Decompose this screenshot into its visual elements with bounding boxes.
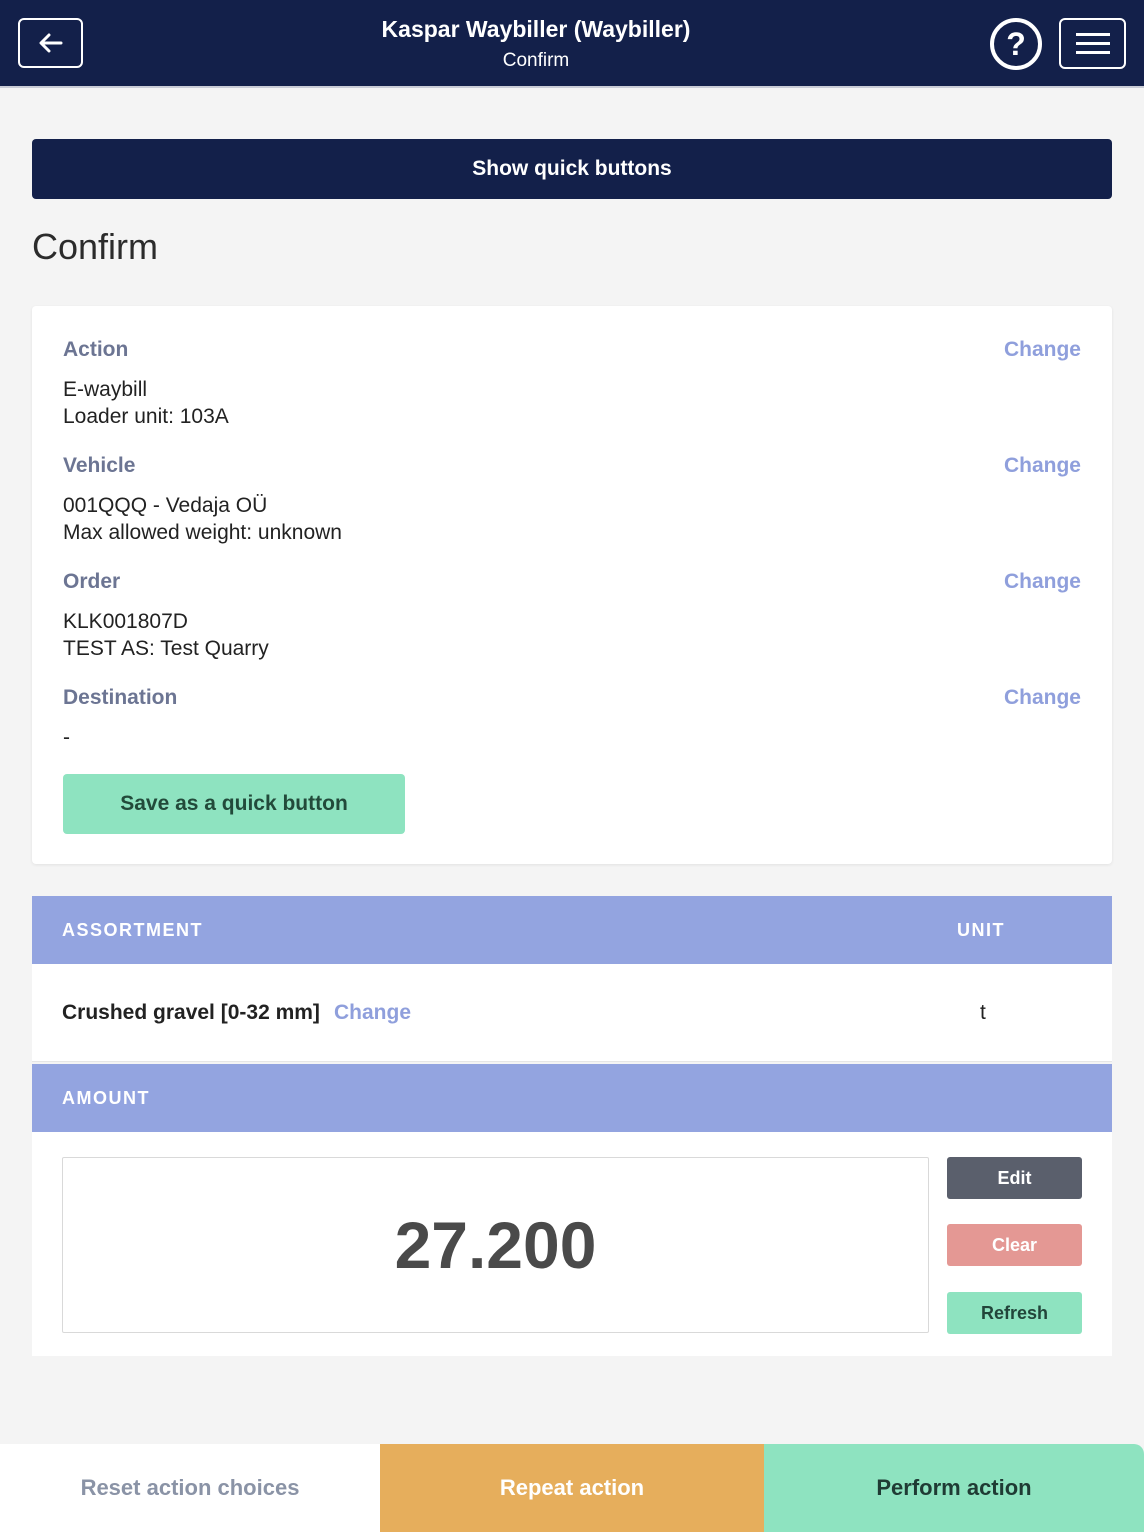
assortment-name: Crushed gravel [0-32 mm] <box>62 1001 320 1024</box>
assortment-column-header: ASSORTMENT <box>62 920 203 940</box>
vehicle-change-link[interactable]: Change <box>1004 452 1081 480</box>
table-row: Crushed gravel [0-32 mm] Change t <box>32 964 1112 1062</box>
hamburger-menu-icon <box>1075 33 1110 36</box>
amount-display[interactable]: 27.200 <box>62 1157 929 1333</box>
action-value-line2: Loader unit: 103A <box>63 405 229 428</box>
destination-value: - <box>63 726 70 749</box>
action-section: Action Change E-waybill Loader unit: 103… <box>63 336 1081 430</box>
order-value-line2: TEST AS: Test Quarry <box>63 637 269 660</box>
footer-action-bar: Reset action choices Repeat action Perfo… <box>0 1444 1144 1532</box>
order-change-link[interactable]: Change <box>1004 568 1081 596</box>
order-value-line1: KLK001807D <box>63 610 188 633</box>
summary-card: Action Change E-waybill Loader unit: 103… <box>32 306 1112 864</box>
destination-label: Destination <box>63 686 178 709</box>
page-title: Confirm <box>32 226 159 267</box>
destination-section: Destination Change - <box>63 684 1081 751</box>
app-subtitle: Confirm <box>502 50 570 71</box>
save-as-quick-button[interactable]: Save as a quick button <box>63 774 405 834</box>
header-titles: Kaspar Waybiller (Waybiller) Confirm <box>250 14 822 78</box>
order-label: Order <box>63 570 121 593</box>
menu-button[interactable] <box>1059 18 1126 69</box>
amount-header: AMOUNT <box>32 1064 1112 1132</box>
vehicle-label: Vehicle <box>63 454 136 477</box>
help-button[interactable]: ? <box>990 18 1042 70</box>
action-change-link[interactable]: Change <box>1004 336 1081 364</box>
back-button[interactable] <box>18 18 83 68</box>
repeat-action-button[interactable]: Repeat action <box>380 1444 764 1532</box>
perform-action-button[interactable]: Perform action <box>764 1444 1144 1532</box>
refresh-button[interactable]: Refresh <box>947 1292 1082 1334</box>
amount-header-label: AMOUNT <box>62 1088 150 1108</box>
show-quick-buttons-button[interactable]: Show quick buttons <box>32 139 1112 199</box>
app-title: Kaspar Waybiller (Waybiller) <box>381 16 691 42</box>
clear-button[interactable]: Clear <box>947 1224 1082 1266</box>
reset-action-choices-button[interactable]: Reset action choices <box>0 1444 380 1532</box>
edit-button[interactable]: Edit <box>947 1157 1082 1199</box>
destination-change-link[interactable]: Change <box>1004 684 1081 712</box>
amount-area: 27.200 Edit Clear Refresh <box>32 1132 1112 1356</box>
help-icon: ? <box>1006 25 1026 62</box>
unit-column-header: UNIT <box>957 920 1005 940</box>
action-label: Action <box>63 338 129 361</box>
assortment-change-link[interactable]: Change <box>334 1001 411 1025</box>
vehicle-value-line1: 001QQQ - Vedaja OÜ <box>63 494 268 517</box>
vehicle-value-line2: Max allowed weight: unknown <box>63 521 342 544</box>
order-section: Order Change KLK001807D TEST AS: Test Qu… <box>63 568 1081 662</box>
assortment-unit: t <box>980 1001 986 1024</box>
action-value-line1: E-waybill <box>63 378 148 401</box>
back-arrow-icon <box>39 33 62 53</box>
top-bar: Kaspar Waybiller (Waybiller) Confirm ? <box>0 0 1144 88</box>
assortment-table-header: ASSORTMENT UNIT <box>32 896 1112 964</box>
vehicle-section: Vehicle Change 001QQQ - Vedaja OÜ Max al… <box>63 452 1081 546</box>
amount-value: 27.200 <box>394 1208 597 1282</box>
